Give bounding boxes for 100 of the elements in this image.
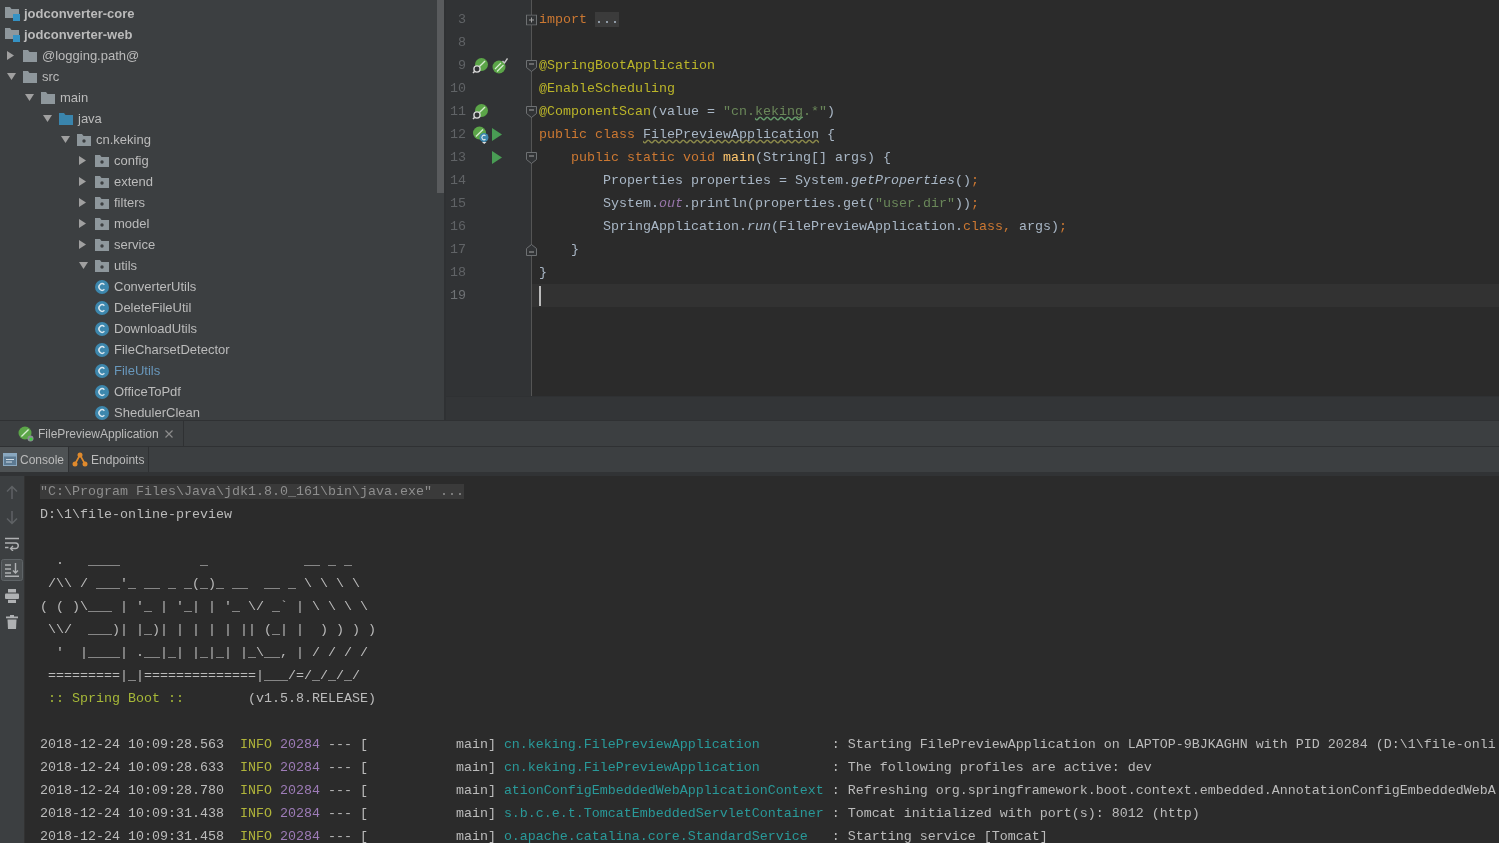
leaf-class-icon[interactable] (472, 125, 489, 144)
caret-right-icon[interactable] (79, 219, 86, 228)
code-line: public class FilePreviewApplication { (539, 127, 835, 142)
log-level: INFO (239, 829, 272, 843)
caret-down-icon[interactable] (43, 115, 52, 122)
leaf-magnifier-icon[interactable] (472, 57, 488, 74)
process-id: 20284 (279, 737, 320, 752)
log-message: : Starting FilePreviewApplication on LAPTOP-9BJKAGHN with PID 20284 (D:\1\file-onli (831, 737, 1496, 752)
package-icon (95, 238, 109, 251)
caret-down-icon[interactable] (7, 73, 16, 80)
class-icon (95, 300, 109, 315)
code-line: @SpringBootApplication (539, 58, 715, 73)
code-line: SpringApplication.run(FilePreviewApplication.class, args); (603, 219, 1067, 234)
print-icon[interactable] (5, 589, 19, 603)
play-icon[interactable] (492, 128, 502, 141)
log-timestamp: 2018-12-24 10:09:31.438 (40, 806, 224, 821)
log-message: : Refreshing org.springframework.boot.context.embedded.AnnotationConfigEmbeddedWebA (831, 783, 1496, 798)
class-icon (95, 321, 109, 336)
log-separator: --- [ (327, 760, 368, 775)
tree-item[interactable]: main (60, 90, 89, 105)
code-line: @ComponentScan(value = "cn.keking.*") (539, 104, 835, 119)
ascii-art-line: ' |____| .__|_| |_|_| |_\__, | / / / / (56, 645, 368, 660)
leaf-check-icon[interactable] (492, 57, 508, 74)
caret-right-icon[interactable] (79, 198, 86, 207)
log-message: : Tomcat initialized with port(s): 8012 (http) (831, 806, 1200, 821)
line-number: 19 (449, 288, 466, 303)
fold-plus-icon[interactable] (526, 14, 537, 25)
tree-item[interactable]: model (114, 216, 150, 231)
fold-minus-icon[interactable] (526, 151, 537, 164)
tree-item[interactable]: DownloadUtils (114, 321, 198, 336)
logger-name: s.b.c.e.t.TomcatEmbeddedServletContainer (503, 806, 824, 821)
code-line: } (539, 265, 547, 280)
ascii-art-line: \\/ ___)| |_)| | | | | || (_| | ) ) ) ) (48, 622, 376, 637)
logger-name: o.apache.catalina.core.StandardService (503, 829, 808, 843)
tree-item[interactable]: OfficeToPdf (114, 384, 181, 399)
caret-down-icon[interactable] (25, 94, 34, 101)
tree-item[interactable]: jodconverter-web (24, 27, 133, 42)
play-icon[interactable] (492, 151, 502, 164)
code-line: @EnableScheduling (539, 81, 675, 96)
caret-right-icon[interactable] (79, 240, 86, 249)
node-graph-icon (72, 452, 89, 467)
tree-item[interactable]: cn.keking (96, 132, 151, 147)
fold-minus-icon[interactable] (526, 59, 537, 72)
close-icon[interactable] (164, 429, 173, 438)
tool-tab[interactable]: Endpoints (69, 447, 150, 472)
thread-name: main] (455, 783, 496, 798)
process-id: 20284 (279, 760, 320, 775)
console-line: D:\1\file-online-preview (40, 507, 232, 522)
thread-name: main] (455, 760, 496, 775)
caret-right-icon[interactable] (7, 51, 14, 60)
log-level: INFO (239, 783, 272, 798)
tree-item[interactable]: ConverterUtils (114, 279, 197, 294)
log-level: INFO (239, 737, 272, 752)
log-timestamp: 2018-12-24 10:09:28.633 (40, 760, 224, 775)
code-line: } (571, 242, 579, 257)
leaf-icon (18, 425, 34, 442)
ascii-art-line: ( ( )\___ | '_ | '_| | '_ \/ _` | \ \ \ \ (40, 599, 368, 614)
log-message: : Starting service [Tomcat] (831, 829, 1048, 843)
tree-item[interactable]: config (114, 153, 149, 168)
tree-item[interactable]: @logging.path@ (42, 48, 140, 63)
log-separator: --- [ (327, 829, 368, 843)
caret-down-icon[interactable] (61, 136, 70, 143)
tree-item[interactable]: service (114, 237, 156, 252)
ascii-art-line: =========|_|==============|___/=/_/_/_/ (48, 668, 360, 683)
caret-down-icon[interactable] (79, 262, 88, 269)
package-icon (95, 196, 109, 209)
log-timestamp: 2018-12-24 10:09:31.458 (40, 829, 224, 843)
leaf-magnifier-icon[interactable] (472, 103, 488, 120)
tree-item[interactable]: extend (114, 174, 154, 189)
folder-icon (41, 91, 55, 104)
tree-item[interactable]: ShedulerClean (114, 405, 200, 420)
tree-item[interactable]: filters (114, 195, 146, 210)
log-level: INFO (239, 806, 272, 821)
fold-minus-icon[interactable] (526, 243, 537, 256)
caret-right-icon[interactable] (79, 177, 86, 186)
scroll-to-end-icon[interactable] (1, 559, 23, 581)
tree-item[interactable]: FileCharsetDetector (114, 342, 230, 357)
package-icon (77, 133, 91, 146)
scroll-bar[interactable] (437, 0, 444, 193)
caret-right-icon[interactable] (79, 156, 86, 165)
package-icon (95, 217, 109, 230)
log-separator: --- [ (327, 783, 368, 798)
soft-wrap-icon[interactable] (5, 537, 19, 551)
tool-tab[interactable]: Console (0, 447, 70, 472)
ascii-art-line: /\\ / ___'_ __ _ _(_)_ __ __ _ \ \ \ \ (48, 576, 360, 591)
trash-icon[interactable] (6, 615, 18, 629)
log-timestamp: 2018-12-24 10:09:28.780 (40, 783, 224, 798)
tree-item[interactable]: src (42, 69, 60, 84)
tree-item[interactable]: FileUtils (114, 363, 161, 378)
version-label: (v1.5.8.RELEASE) (247, 691, 376, 706)
package-icon (95, 259, 109, 272)
class-icon (95, 279, 109, 294)
fold-minus-icon[interactable] (526, 105, 537, 118)
tree-item[interactable]: jodconverter-core (24, 6, 135, 21)
module-icon (5, 27, 20, 42)
log-timestamp: 2018-12-24 10:09:28.563 (40, 737, 224, 752)
tree-item[interactable]: DeleteFileUtil (114, 300, 192, 315)
tree-item[interactable]: java (78, 111, 102, 126)
folder-icon (23, 49, 37, 62)
tree-item[interactable]: utils (114, 258, 138, 273)
